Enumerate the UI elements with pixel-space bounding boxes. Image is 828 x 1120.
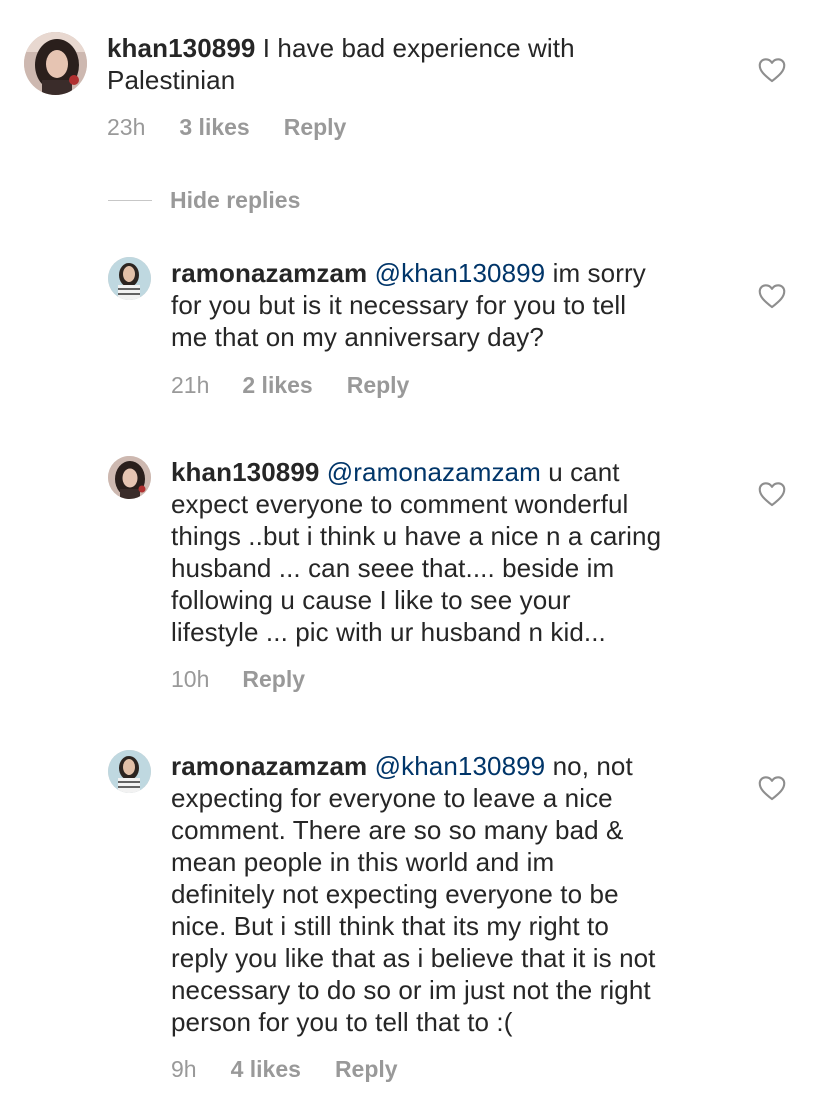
comment-body-line: Palestinian bbox=[107, 65, 236, 95]
comment-text: khan130899 @ramonazamzam u cant expect e… bbox=[171, 456, 751, 648]
likes-count[interactable]: 4 likes bbox=[231, 1055, 301, 1083]
comment-text: ramonazamzam @khan130899 no, not expecti… bbox=[171, 750, 751, 1038]
comment-body-line: im sorry bbox=[552, 258, 646, 288]
comment-body-line: expect everyone to comment wonderful bbox=[171, 489, 629, 519]
comment-text: khan130899 I have bad experience with Pa… bbox=[107, 32, 747, 96]
comment-time: 23h bbox=[107, 114, 146, 140]
comment-username[interactable]: khan130899 bbox=[107, 33, 255, 63]
comment-body-line: u cant bbox=[548, 457, 620, 487]
comment-username[interactable]: ramonazamzam bbox=[171, 751, 367, 781]
comment-body-line: husband ... can seee that.... beside im bbox=[171, 553, 615, 583]
comment-username[interactable]: khan130899 bbox=[171, 457, 319, 487]
avatar[interactable] bbox=[108, 257, 151, 300]
comment-body-line: for you but is it necessary for you to t… bbox=[171, 290, 627, 320]
avatar[interactable] bbox=[108, 456, 151, 499]
reply-button[interactable]: Reply bbox=[242, 665, 305, 693]
comment-meta: 9h 4 likes Reply bbox=[171, 1055, 398, 1083]
heart-outline-icon[interactable] bbox=[758, 775, 786, 801]
comment-body-line: person for you to tell that to :( bbox=[171, 1007, 513, 1037]
comment-time: 9h bbox=[171, 1056, 197, 1082]
comment-username[interactable]: ramonazamzam bbox=[171, 258, 367, 288]
heart-outline-icon[interactable] bbox=[758, 481, 786, 507]
comment-meta: 10h Reply bbox=[171, 665, 305, 693]
comment-body-line: expecting for everyone to leave a nice bbox=[171, 783, 613, 813]
comment-body-line: definitely not expecting everyone to be bbox=[171, 879, 619, 909]
mention-link[interactable]: @ramonazamzam bbox=[327, 457, 541, 487]
heart-outline-icon[interactable] bbox=[758, 57, 786, 83]
comment-body-line: reply you like that as i believe that it… bbox=[171, 943, 656, 973]
comment-time: 10h bbox=[171, 666, 210, 692]
avatar[interactable] bbox=[108, 750, 151, 793]
comment-body-line: following u cause I like to see your bbox=[171, 585, 571, 615]
mention-link[interactable]: @khan130899 bbox=[375, 258, 546, 288]
comment-body-line: nice. But i still think that its my righ… bbox=[171, 911, 609, 941]
comment-body-line: mean people in this world and im bbox=[171, 847, 555, 877]
comment-meta: 21h 2 likes Reply bbox=[171, 371, 409, 399]
heart-outline-icon[interactable] bbox=[758, 283, 786, 309]
comment-body-line: me that on my anniversary day? bbox=[171, 322, 544, 352]
comment-time: 21h bbox=[171, 372, 210, 398]
divider bbox=[108, 199, 152, 201]
comment-meta: 23h 3 likes Reply bbox=[107, 113, 346, 141]
comment-body-line: comment. There are so so many bad & bbox=[171, 815, 624, 845]
likes-count[interactable]: 3 likes bbox=[179, 113, 249, 141]
comment-text: ramonazamzam @khan130899 im sorry for yo… bbox=[171, 257, 751, 353]
hide-replies-label[interactable]: Hide replies bbox=[170, 187, 300, 214]
likes-count[interactable]: 2 likes bbox=[242, 371, 312, 399]
reply-button[interactable]: Reply bbox=[335, 1055, 398, 1083]
reply-button[interactable]: Reply bbox=[347, 371, 410, 399]
avatar[interactable] bbox=[24, 32, 87, 95]
comment-body-line: I have bad experience with bbox=[262, 33, 575, 63]
mention-link[interactable]: @khan130899 bbox=[375, 751, 546, 781]
comment-body-line: things ..but i think u have a nice n a c… bbox=[171, 521, 662, 551]
comment-body-line: lifestyle ... pic with ur husband n kid.… bbox=[171, 617, 606, 647]
hide-replies-toggle[interactable]: Hide replies bbox=[108, 186, 300, 214]
comment-body-line: no, not bbox=[552, 751, 633, 781]
reply-button[interactable]: Reply bbox=[284, 113, 347, 141]
comment-body-line: necessary to do so or im just not the ri… bbox=[171, 975, 651, 1005]
